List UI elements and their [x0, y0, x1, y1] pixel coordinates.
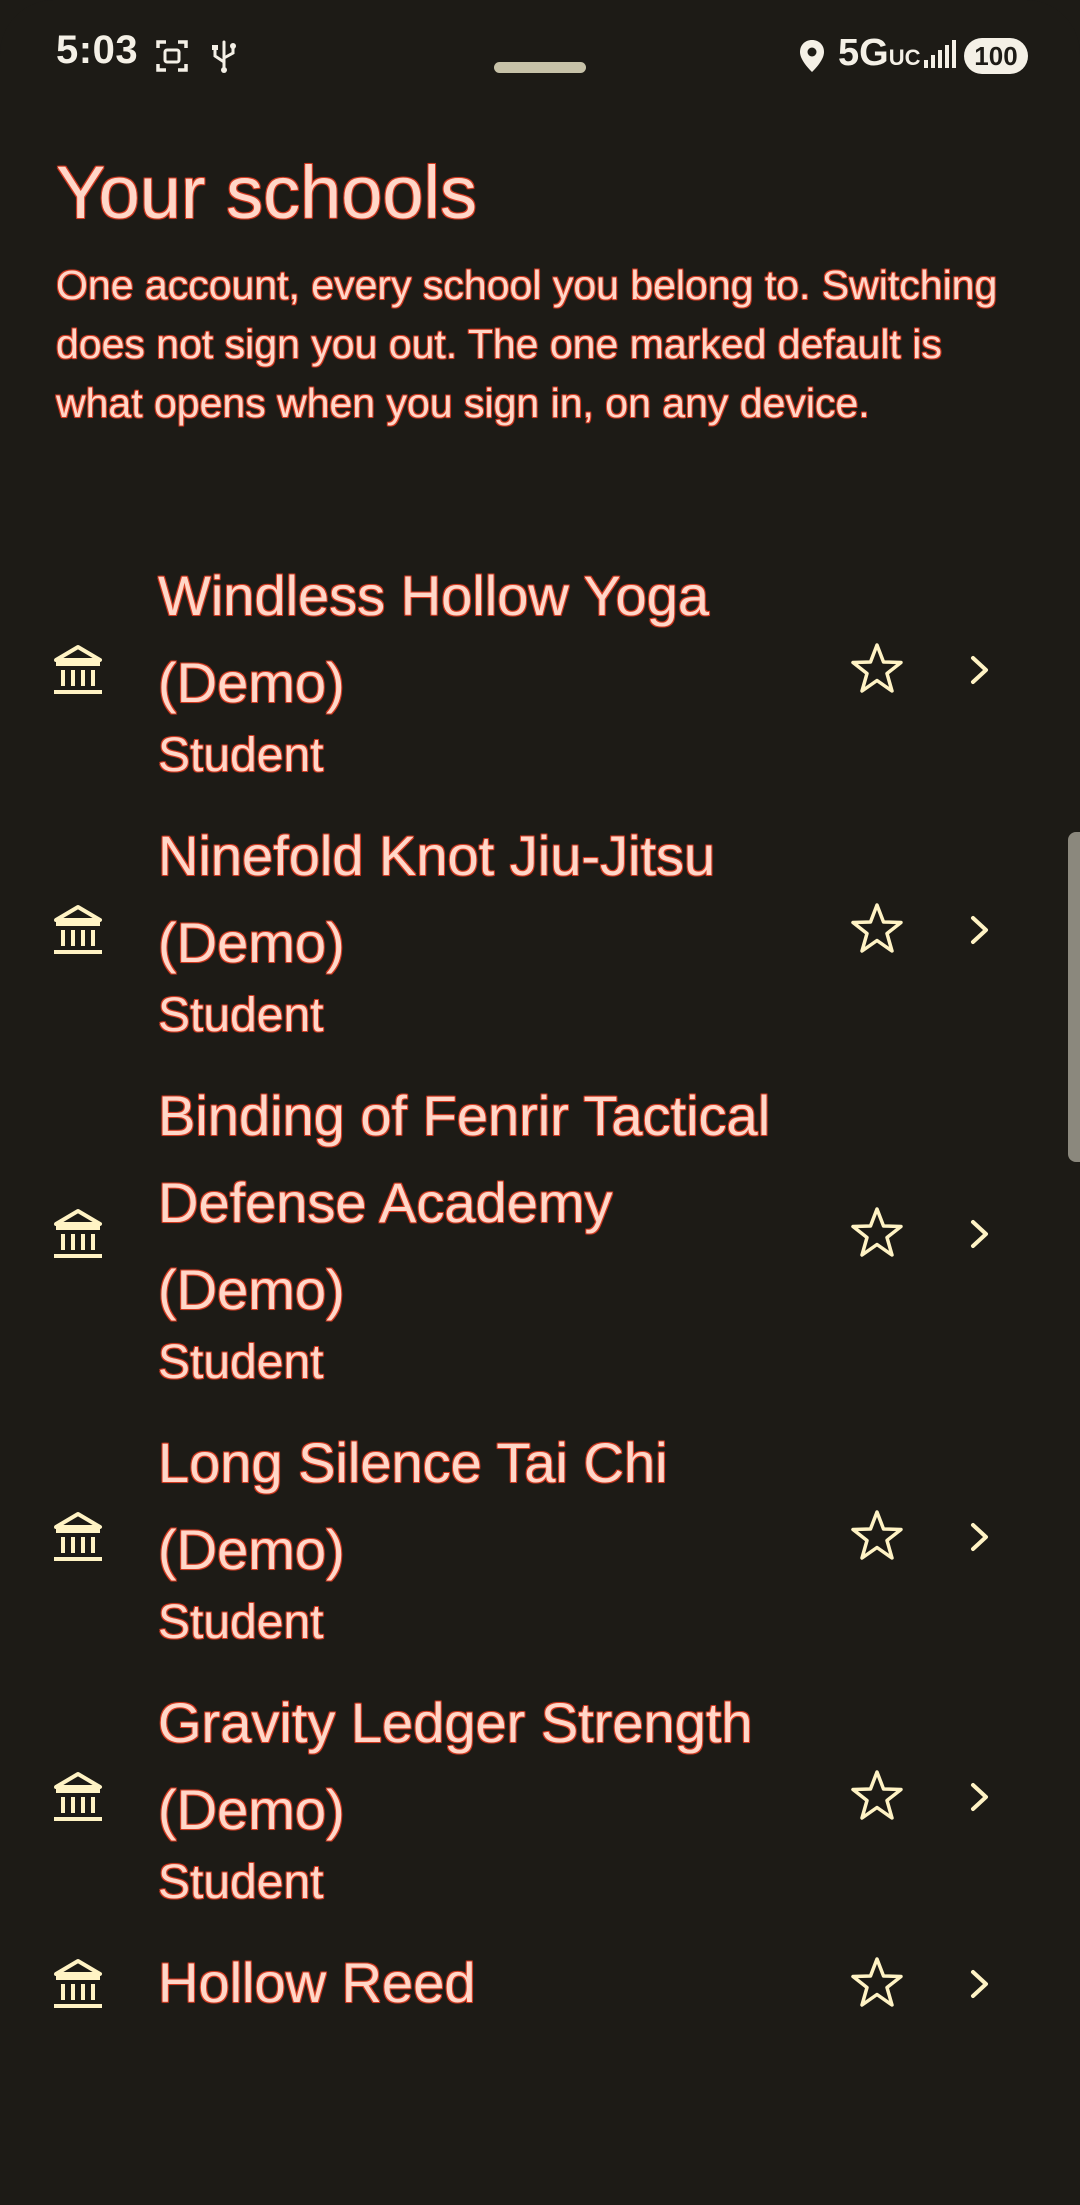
star-icon[interactable]	[846, 1203, 908, 1265]
school-name: Windless Hollow Yoga (Demo)	[158, 564, 709, 714]
school-list-item[interactable]: Binding of Fenrir Tactical Defense Acade…	[0, 1060, 1080, 1407]
school-name: Long Silence Tai Chi (Demo)	[158, 1431, 668, 1581]
school-text: Hollow Reed	[158, 1927, 798, 2040]
signal-icon	[924, 40, 956, 68]
network-label: 5GUC	[838, 32, 920, 75]
star-icon[interactable]	[846, 1766, 908, 1828]
school-role: Student	[158, 729, 324, 782]
school-text: Long Silence Tai Chi (Demo) Student	[158, 1407, 798, 1667]
school-name: Hollow Reed	[158, 1951, 476, 2014]
screenshot-icon	[156, 40, 188, 72]
school-role: Student	[158, 1336, 324, 1389]
drag-handle[interactable]	[494, 62, 586, 73]
scrollbar[interactable]	[1068, 832, 1080, 1162]
star-icon[interactable]	[846, 1506, 908, 1568]
usb-icon	[212, 40, 236, 73]
bank-icon	[54, 905, 102, 954]
bank-icon	[54, 1772, 102, 1821]
school-role: Student	[158, 989, 324, 1042]
school-text: Ninefold Knot Jiu-Jitsu (Demo) Student	[158, 800, 798, 1060]
school-list-item[interactable]: Ninefold Knot Jiu-Jitsu (Demo) Student	[0, 800, 1080, 1060]
bank-icon	[54, 1958, 102, 2008]
bank-icon	[54, 645, 102, 694]
school-text: Windless Hollow Yoga (Demo) Student	[158, 540, 798, 800]
screen: 5:03 5GUC 100 Your schools One account, …	[0, 0, 1080, 2205]
status-bar: 5:03 5GUC 100	[0, 0, 1080, 110]
status-time: 5:03	[56, 28, 139, 72]
school-role: Student	[158, 1596, 324, 1649]
battery-indicator: 100	[964, 38, 1028, 74]
star-icon[interactable]	[846, 1953, 908, 2015]
network-sub: UC	[888, 45, 921, 70]
chevron-right-icon[interactable]	[958, 648, 1002, 692]
chevron-right-icon[interactable]	[958, 908, 1002, 952]
bank-icon	[54, 1208, 102, 1258]
star-icon[interactable]	[846, 899, 908, 961]
chevron-right-icon[interactable]	[958, 1515, 1002, 1559]
bank-icon	[54, 1512, 102, 1561]
school-text: Binding of Fenrir Tactical Defense Acade…	[158, 1060, 798, 1407]
location-icon	[800, 40, 824, 72]
school-list-item[interactable]: Hollow Reed	[0, 1927, 1080, 2040]
chevron-right-icon[interactable]	[958, 1962, 1002, 2006]
network-main: 5G	[838, 32, 889, 74]
school-text: Gravity Ledger Strength (Demo) Student	[158, 1667, 798, 1927]
school-role: Student	[158, 1856, 324, 1909]
school-list-item[interactable]: Windless Hollow Yoga (Demo) Student	[0, 540, 1080, 800]
school-list: Windless Hollow Yoga (Demo) Student Nine…	[0, 540, 1080, 2040]
star-icon[interactable]	[846, 639, 908, 701]
page-title: Your schools	[56, 151, 477, 234]
school-name: Binding of Fenrir Tactical Defense Acade…	[158, 1084, 771, 1321]
school-list-item[interactable]: Long Silence Tai Chi (Demo) Student	[0, 1407, 1080, 1667]
school-name: Ninefold Knot Jiu-Jitsu (Demo)	[158, 824, 716, 974]
school-name: Gravity Ledger Strength (Demo)	[158, 1691, 753, 1841]
chevron-right-icon[interactable]	[958, 1212, 1002, 1256]
school-list-item[interactable]: Gravity Ledger Strength (Demo) Student	[0, 1667, 1080, 1927]
page-description: One account, every school you belong to.…	[56, 262, 998, 426]
chevron-right-icon[interactable]	[958, 1775, 1002, 1819]
